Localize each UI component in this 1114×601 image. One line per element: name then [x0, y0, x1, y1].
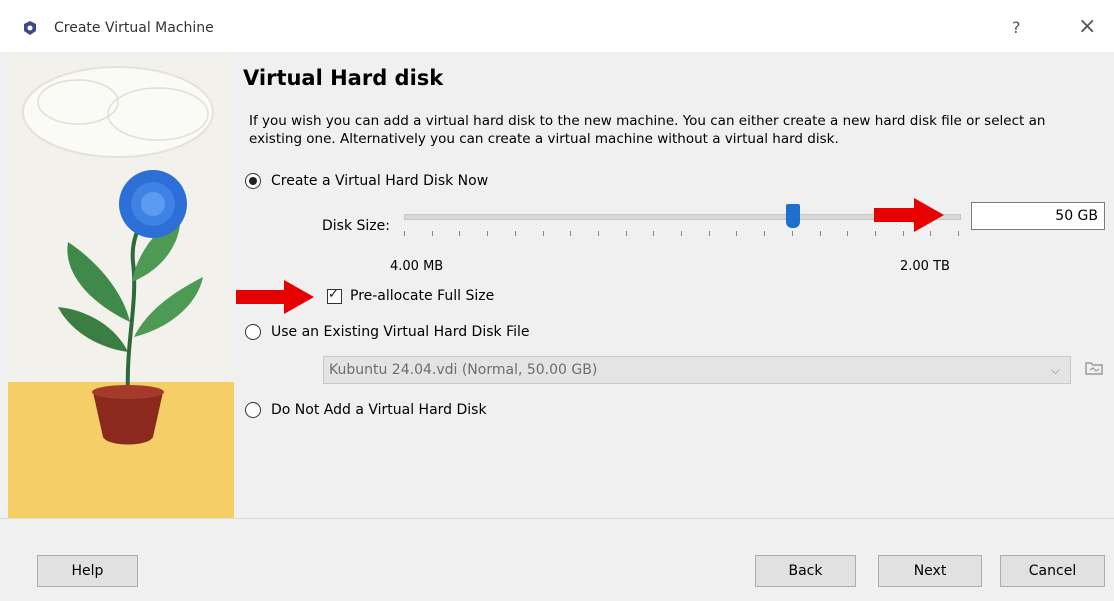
- arrow-right-annotation: [236, 280, 314, 314]
- slider-tick: [792, 231, 793, 236]
- slider-tick: [404, 231, 405, 236]
- slider-min-label: 4.00 MB: [390, 259, 444, 274]
- slider-tick: [958, 231, 959, 236]
- slider-tick: [487, 231, 488, 236]
- create-disk-now-radio[interactable]: [245, 173, 261, 189]
- slider-tick: [432, 231, 433, 236]
- slider-tick: [653, 231, 654, 236]
- page-description: If you wish you can add a virtual hard d…: [249, 113, 1046, 147]
- use-existing-disk-label: Use an Existing Virtual Hard Disk File: [271, 324, 530, 340]
- disk-size-input[interactable]: [971, 202, 1105, 230]
- slider-tick: [764, 231, 765, 236]
- title-bar: Create Virtual Machine ? ×: [0, 0, 1114, 52]
- preallocate-option[interactable]: Pre-allocate Full Size: [327, 286, 494, 306]
- flower-illustration: [8, 52, 234, 518]
- virtualbox-icon: [24, 21, 36, 35]
- preallocate-label: Pre-allocate Full Size: [350, 288, 495, 304]
- slider-tick: [847, 231, 848, 236]
- existing-disk-selected: Kubuntu 24.04.vdi (Normal, 50.00 GB): [329, 362, 598, 378]
- back-button[interactable]: Back: [755, 555, 856, 587]
- wizard-illustration: [8, 52, 234, 518]
- slider-tick: [736, 231, 737, 236]
- wizard-page: Virtual Hard disk If you wish you can ad…: [234, 52, 1114, 518]
- choose-disk-file-button[interactable]: [1083, 358, 1105, 382]
- preallocate-checkbox[interactable]: [327, 287, 342, 304]
- slider-tick: [626, 231, 627, 236]
- folder-icon: [1085, 362, 1103, 375]
- page-title: Virtual Hard disk: [243, 66, 444, 90]
- create-disk-now-option[interactable]: Create a Virtual Hard Disk Now: [245, 171, 488, 191]
- chevron-down-icon: ⌵: [1050, 363, 1060, 377]
- slider-tick: [820, 231, 821, 236]
- use-existing-disk-option[interactable]: Use an Existing Virtual Hard Disk File: [245, 322, 530, 342]
- close-icon[interactable]: ×: [1078, 14, 1096, 39]
- slider-max-label: 2.00 TB: [900, 259, 950, 274]
- slider-tick: [570, 231, 571, 236]
- slider-tick: [515, 231, 516, 236]
- slider-tick: [709, 231, 710, 236]
- help-icon[interactable]: ?: [1012, 18, 1021, 37]
- create-disk-now-label: Create a Virtual Hard Disk Now: [271, 173, 489, 189]
- slider-tick: [681, 231, 682, 236]
- slider-ticks: [404, 231, 959, 239]
- existing-disk-select[interactable]: Kubuntu 24.04.vdi (Normal, 50.00 GB) ⌵: [323, 356, 1071, 384]
- footer-separator: [0, 518, 1114, 541]
- next-button[interactable]: Next: [878, 555, 982, 587]
- arrow-right-annotation: [874, 198, 944, 232]
- disk-size-label: Disk Size:: [322, 218, 390, 234]
- do-not-add-disk-option[interactable]: Do Not Add a Virtual Hard Disk: [245, 400, 487, 420]
- slider-thumb[interactable]: [786, 204, 800, 228]
- cancel-button[interactable]: Cancel: [1000, 555, 1105, 587]
- slider-tick: [459, 231, 460, 236]
- do-not-add-disk-radio[interactable]: [245, 402, 261, 418]
- slider-tick: [543, 231, 544, 236]
- use-existing-disk-radio[interactable]: [245, 324, 261, 340]
- do-not-add-disk-label: Do Not Add a Virtual Hard Disk: [271, 402, 487, 418]
- slider-tick: [598, 231, 599, 236]
- help-button[interactable]: Help: [37, 555, 138, 587]
- window-title: Create Virtual Machine: [54, 20, 214, 36]
